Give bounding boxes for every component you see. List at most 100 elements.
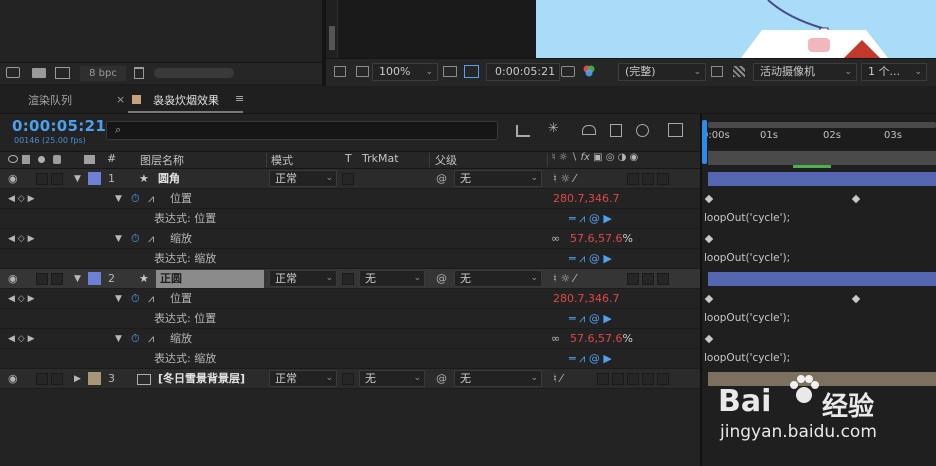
keyframe-navigator[interactable]: ◀ ◇ ▶ <box>8 289 35 309</box>
property-value[interactable]: 57.6,57.6% <box>570 329 633 349</box>
mode-dropdown[interactable]: 正常 ⌄ <box>269 170 337 187</box>
graph-icon[interactable]: ⩘ <box>148 329 154 349</box>
layer-bar[interactable] <box>708 272 936 286</box>
expression-row[interactable]: 表达式: 位置 ═ ⩘ @ ▶ <box>0 209 700 229</box>
graph-icon[interactable]: ⩘ <box>148 189 154 209</box>
stopwatch-icon[interactable]: ⏱ <box>131 229 140 249</box>
expression-controls[interactable]: ═ ⩘ @ ▶ <box>569 249 612 269</box>
constrain-link-icon[interactable]: ∞ <box>551 329 560 349</box>
layer-switches[interactable]: ♮ ☼ ⁄ <box>553 169 576 189</box>
trash-icon[interactable] <box>134 67 144 79</box>
parent-dropdown[interactable]: 无 ⌄ <box>454 170 542 187</box>
pickwhip-icon[interactable]: @ <box>436 269 447 289</box>
property-row[interactable]: ◀ ◇ ▶ ▼ ⏱ ⩘ 缩放 ∞ 57.6,57.6% <box>0 329 700 349</box>
layer-switches[interactable]: ♮ ☼ ⁄ <box>553 269 576 289</box>
tab-comp[interactable]: 袅袅炊烟效果 <box>153 92 219 108</box>
panel-menu-icon[interactable]: ≡ <box>235 92 244 105</box>
trkmat-dropdown[interactable]: 无 ⌄ <box>359 270 425 287</box>
expression-controls[interactable]: ═ ⩘ @ ▶ <box>569 209 612 229</box>
stopwatch-icon[interactable]: ⏱ <box>131 329 140 349</box>
layer-row[interactable]: ◉ ▶ 3 [冬日雪景背景层] 正常 ⌄ 无 ⌄ @ 无 ⌄ ♮ ⁄ <box>0 369 700 389</box>
tab-render-queue[interactable]: 渲染队列 <box>28 92 72 108</box>
eye-icon[interactable]: ◉ <box>8 169 18 189</box>
monitor-icon[interactable] <box>356 66 369 77</box>
pickwhip-icon[interactable]: @ <box>436 169 447 189</box>
expression-text[interactable]: loopOut('cycle'); <box>704 212 790 224</box>
property-row[interactable]: ◀ ◇ ▶ ▼ ⏱ ⩘ 位置 280.7,346.7 <box>0 189 700 209</box>
views-dropdown[interactable]: 1 个... ⌄ <box>861 63 927 81</box>
chevron-down-icon[interactable]: ▼ <box>115 189 122 209</box>
col-name[interactable]: 图层名称 <box>140 152 184 168</box>
expression-text[interactable]: loopOut('cycle'); <box>704 352 790 364</box>
eye-icon[interactable]: ◉ <box>8 269 18 289</box>
stopwatch-icon[interactable]: ⏱ <box>131 289 140 309</box>
layer-name[interactable]: 圆角 <box>158 169 180 189</box>
col-mode[interactable]: 模式 <box>271 152 293 168</box>
graph-icon[interactable]: ⩘ <box>148 229 154 249</box>
viewer-timecode[interactable]: 0:00:05:21 <box>486 63 560 81</box>
preserve-transparency-checkbox[interactable] <box>342 273 354 285</box>
draft-3d-icon[interactable]: ✳ <box>548 121 559 136</box>
col-trkmat[interactable]: TrkMat <box>362 152 399 165</box>
graph-editor-icon[interactable] <box>668 123 683 137</box>
expression-text[interactable]: loopOut('cycle'); <box>704 312 790 324</box>
trkmat-dropdown[interactable]: 无 ⌄ <box>359 370 425 387</box>
layer-bar[interactable] <box>708 172 936 186</box>
property-value[interactable]: 280.7,346.7 <box>553 189 620 209</box>
folder-icon[interactable] <box>32 68 46 78</box>
work-area-bar[interactable] <box>708 151 936 165</box>
camera-dropdown[interactable]: 活动摄像机 ⌄ <box>753 63 857 81</box>
chevron-down-icon[interactable]: ▼ <box>115 329 122 349</box>
parent-dropdown[interactable]: 无 ⌄ <box>454 370 542 387</box>
region-icon[interactable] <box>464 65 479 78</box>
parent-dropdown[interactable]: 无 ⌄ <box>454 270 542 287</box>
chevron-down-icon[interactable]: ▼ <box>115 289 122 309</box>
transparency-grid-icon[interactable] <box>733 66 745 77</box>
project-scrollbar[interactable] <box>154 68 234 78</box>
keyframe-navigator[interactable]: ◀ ◇ ▶ <box>8 229 35 249</box>
preserve-transparency-checkbox[interactable] <box>342 173 354 185</box>
interpret-footage-icon[interactable] <box>6 67 20 78</box>
chevron-down-icon[interactable]: ▼ <box>115 229 122 249</box>
layer-name[interactable]: 正圆 <box>156 270 264 288</box>
layer-name[interactable]: [冬日雪景背景层] <box>158 369 245 389</box>
col-parent[interactable]: 父级 <box>435 152 457 168</box>
resolution-dropdown[interactable]: (完整) ⌄ <box>618 63 706 81</box>
property-value[interactable]: 280.7,346.7 <box>553 289 620 309</box>
eye-icon[interactable]: ◉ <box>8 369 18 389</box>
motion-blur-icon[interactable] <box>636 124 649 137</box>
chevron-down-icon[interactable]: ▼ <box>74 269 81 289</box>
layer-label-color[interactable] <box>88 172 101 185</box>
constrain-link-icon[interactable]: ∞ <box>551 229 560 249</box>
time-ruler[interactable]: 0:00s 01s 02s 03s <box>702 128 936 148</box>
property-value[interactable]: 57.6,57.6% <box>570 229 633 249</box>
layer-label-color[interactable] <box>88 272 101 285</box>
graph-icon[interactable]: ⩘ <box>148 289 154 309</box>
layer-row[interactable]: ◉ ▼ 1 ★ 圆角 正常 ⌄ @ 无 ⌄ ♮ ☼ ⁄ <box>0 169 700 189</box>
layer-row[interactable]: ◉ ▼ 2 ★ 正圆 正常 ⌄ 无 ⌄ @ 无 ⌄ ♮ ☼ ⁄ <box>0 269 700 289</box>
layer-search-input[interactable]: ⌕ <box>106 121 498 140</box>
current-time[interactable]: 0:00:05:21 <box>12 117 106 135</box>
bpc-button[interactable]: 8 bpc <box>80 66 126 81</box>
new-comp-icon[interactable] <box>55 67 70 79</box>
stopwatch-icon[interactable]: ⏱ <box>131 189 140 209</box>
expression-row[interactable]: 表达式: 缩放 ═ ⩘ @ ▶ <box>0 249 700 269</box>
mode-dropdown[interactable]: 正常 ⌄ <box>269 370 337 387</box>
property-row[interactable]: ◀ ◇ ▶ ▼ ⏱ ⩘ 位置 280.7,346.7 <box>0 289 700 309</box>
expression-row[interactable]: 表达式: 位置 ═ ⩘ @ ▶ <box>0 309 700 329</box>
expression-row[interactable]: 表达式: 缩放 ═ ⩘ @ ▶ <box>0 349 700 369</box>
region-of-interest-icon[interactable] <box>711 66 723 77</box>
mode-dropdown[interactable]: 正常 ⌄ <box>269 270 337 287</box>
expression-text[interactable]: loopOut('cycle'); <box>704 252 790 264</box>
expression-controls[interactable]: ═ ⩘ @ ▶ <box>569 309 612 329</box>
close-icon[interactable]: × <box>116 93 125 106</box>
chevron-right-icon[interactable]: ▶ <box>74 369 81 389</box>
current-time-indicator[interactable] <box>702 120 707 164</box>
expression-controls[interactable]: ═ ⩘ @ ▶ <box>569 349 612 369</box>
property-row[interactable]: ◀ ◇ ▶ ▼ ⏱ ⩘ 缩放 ∞ 57.6,57.6% <box>0 229 700 249</box>
channel-icon[interactable] <box>582 64 596 78</box>
keyframe-navigator[interactable]: ◀ ◇ ▶ <box>8 329 35 349</box>
zoom-dropdown[interactable]: 100% ⌄ <box>372 63 438 81</box>
layer-switches[interactable]: ♮ ⁄ <box>553 369 562 389</box>
col-t[interactable]: T <box>345 152 352 165</box>
